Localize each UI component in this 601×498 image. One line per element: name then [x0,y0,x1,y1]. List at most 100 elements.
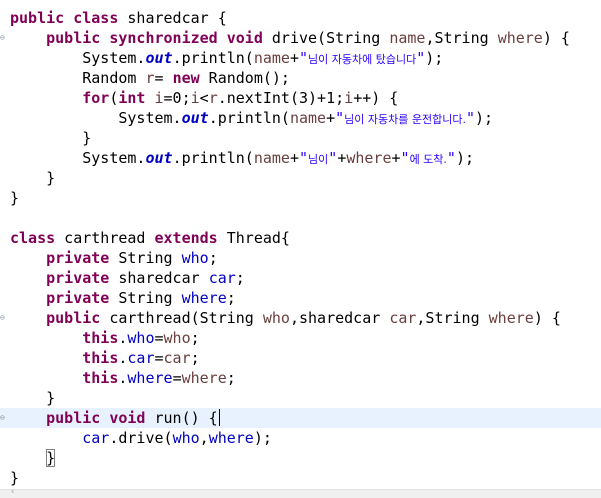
code-line[interactable]: car.drive(who,where); [10,428,272,448]
code-line[interactable]: public synchronized void drive(String na… [10,28,570,48]
code-line[interactable]: Random r= new Random(); [10,68,290,88]
code-line[interactable]: private sharedcar car; [10,268,245,288]
code-line[interactable]: this.where=where; [10,368,236,388]
code-line[interactable]: this.who=who; [10,328,199,348]
code-token: public [46,409,101,427]
code-token: " [465,109,475,127]
code-token: System. [10,149,146,167]
code-token: + [289,49,299,67]
code-token: car [163,349,191,367]
code-token: " [328,149,338,167]
code-editor[interactable]: public class sharedcar {⊖ public synchro… [0,0,601,498]
code-token: " [416,49,426,67]
code-line[interactable]: private String where; [10,288,236,308]
code-token: " [335,109,345,127]
code-line[interactable]: this.car=car; [10,348,199,368]
code-token: 에 도착. [409,153,447,166]
code-token: = [172,369,182,387]
scroll-left-icon[interactable]: ‹ [10,487,15,497]
code-token: .drive( [109,429,173,447]
code-line[interactable]: for(int i=0;i<r.nextInt(3)+1;i++) { [10,88,398,108]
code-line[interactable]: } [10,188,19,208]
code-token: ); [475,109,494,127]
code-token: Random(); [199,69,290,87]
code-token: public [46,309,101,327]
code-token: name [253,149,290,167]
code-token: class [10,229,56,247]
code-token: out [145,49,173,67]
code-token: = [154,349,164,367]
code-line[interactable]: } [10,388,55,408]
code-token: ,String [416,309,489,327]
code-token: + [391,149,401,167]
code-token: name [289,109,327,127]
fold-toggle-icon[interactable]: ⊖ [0,414,8,422]
code-line[interactable]: public class sharedcar { [10,8,227,28]
code-token: this [82,349,119,367]
horizontal-scrollbar[interactable]: ‹ [0,487,601,498]
code-token: r [145,69,155,87]
code-token: class [73,9,119,27]
code-token: 님이 자동차에 탔습니다 [308,53,417,66]
code-token: sharedcar [109,269,209,287]
code-token: " [446,149,456,167]
code-token: who [172,429,200,447]
code-token: public [10,9,65,27]
code-token: } [10,189,20,207]
code-token: ; [226,289,236,307]
code-token: ) { [533,309,561,327]
code-token: extends [154,229,218,247]
code-token: .nextInt(3)+1; [217,89,345,107]
code-token: } [10,389,56,407]
code-token: car [208,269,236,287]
code-token: + [326,109,336,127]
code-token: where [488,309,534,327]
code-token: this [82,329,119,347]
code-token: .println( [172,149,254,167]
code-token: car [82,429,110,447]
code-token: drive(String [262,29,390,47]
code-line[interactable]: class carthread extends Thread{ [10,228,290,248]
code-line[interactable]: public carthread(String who,sharedcar ca… [10,308,561,328]
fold-toggle-icon[interactable]: ⊖ [0,314,8,322]
code-token: for [82,89,110,107]
code-line[interactable]: } [10,468,19,488]
code-token: i [344,89,354,107]
code-token: synchronized [109,29,218,47]
code-token: carthread(String [100,309,263,327]
code-token: name [253,49,290,67]
code-token: ); [425,49,444,67]
code-line[interactable]: System.out.println(name+"님이"+where+"에 도착… [10,148,474,168]
code-token: private [46,289,110,307]
code-token: run() { [145,409,218,427]
code-line[interactable]: } [10,168,55,188]
code-token: = [154,69,173,87]
code-token: } [10,169,56,187]
text-caret [218,409,220,426]
code-token: ) { [542,29,570,47]
code-token: " [299,49,309,67]
code-token: where [208,429,254,447]
code-line[interactable]: public void run() { [10,408,220,428]
code-line[interactable]: System.out.println(name+"님이 자동차에 탔습니다"); [10,48,443,68]
code-token: sharedcar { [118,9,227,27]
code-line[interactable]: private String who; [10,248,218,268]
code-token: out [181,109,209,127]
code-line[interactable]: } [10,128,91,148]
code-line[interactable]: } [10,448,56,468]
fold-toggle-icon[interactable]: ⊖ [0,34,8,42]
code-token: System. [10,109,182,127]
code-line[interactable]: System.out.println(name+"님이 자동차를 운전합니다."… [10,108,493,128]
code-token: public [46,29,101,47]
